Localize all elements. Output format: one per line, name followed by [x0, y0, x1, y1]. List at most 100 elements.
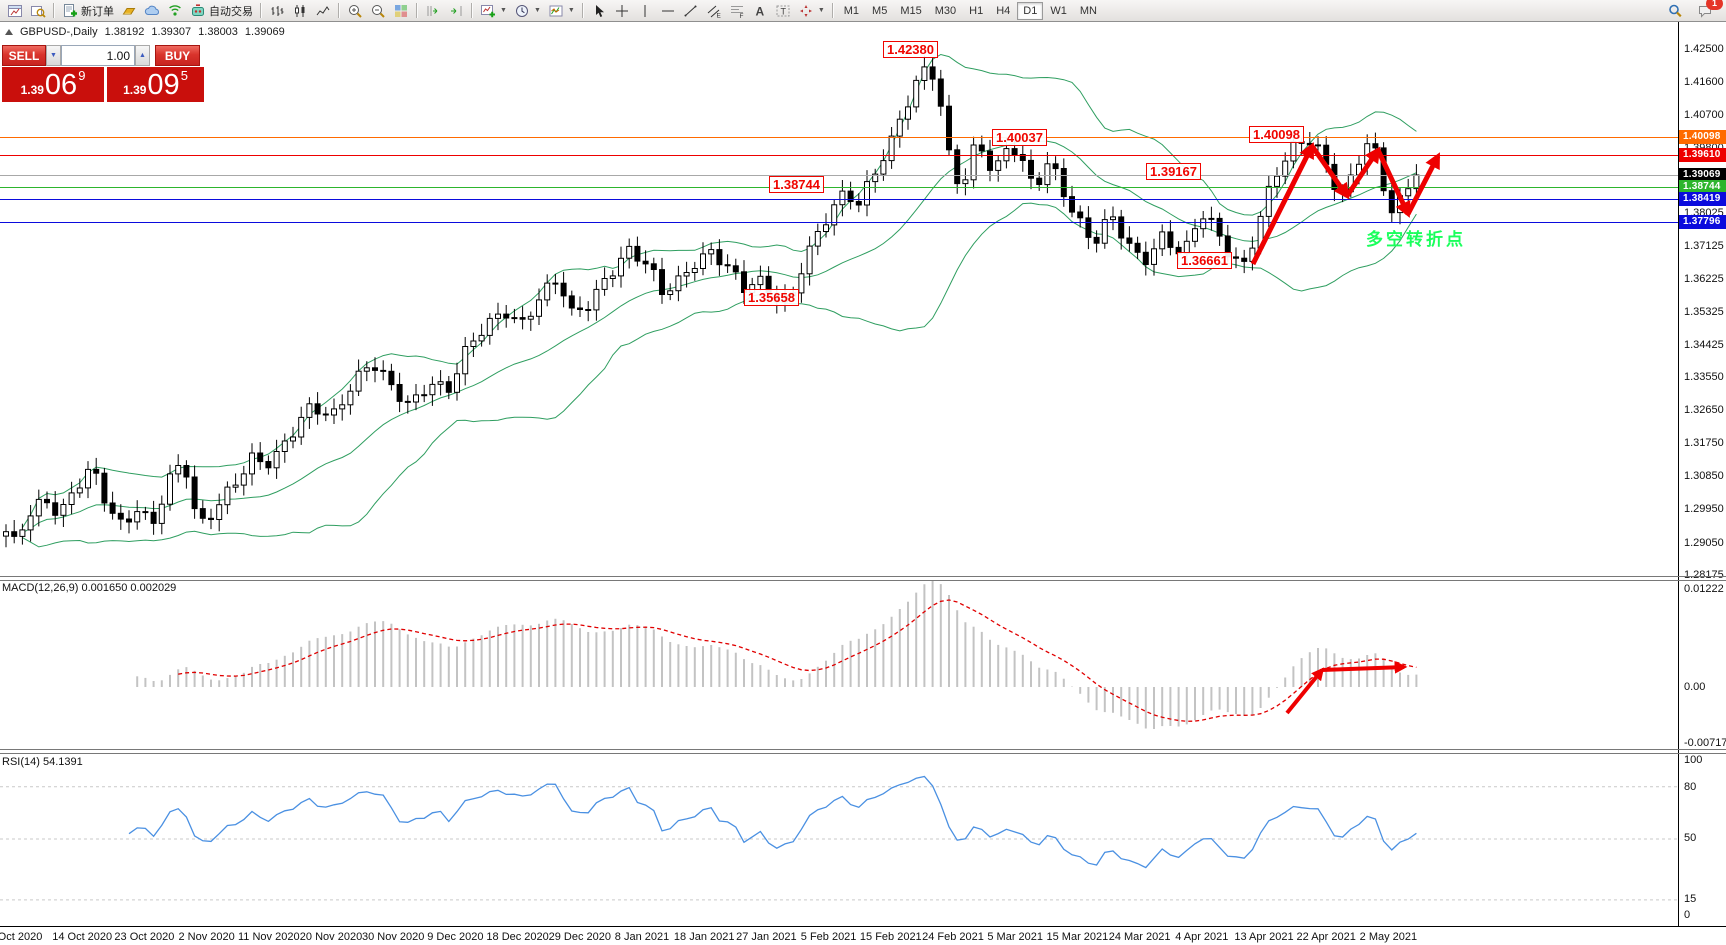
templates-button[interactable]: ▼: [545, 1, 578, 21]
timeframe-m30-button[interactable]: M30: [929, 2, 962, 20]
dropdown-arrow-icon[interactable]: ▼: [568, 7, 575, 14]
ask-price[interactable]: 1.39 09 5: [107, 67, 204, 102]
auto-scroll-icon: [425, 3, 441, 19]
text-label-button[interactable]: T: [772, 1, 794, 21]
periods-icon: [514, 3, 530, 19]
rsi-bottom-border: [0, 926, 1726, 927]
rsi-axis-tick: 50: [1684, 832, 1696, 844]
cursor-icon: [591, 3, 607, 19]
trendline-button[interactable]: [680, 1, 702, 21]
text-button[interactable]: A: [749, 1, 771, 21]
search-button[interactable]: [1664, 1, 1686, 21]
trend-arrow-segment[interactable]: [1312, 146, 1347, 196]
crosshair-button[interactable]: [611, 1, 633, 21]
date-label: 11 Nov 2020: [238, 931, 300, 943]
rsi-axis-tick: 0: [1684, 909, 1690, 921]
rsi-axis-tick: 15: [1684, 893, 1696, 905]
price-swing-label[interactable]: 1.40098: [1249, 126, 1304, 143]
price-tag: 1.38419: [1679, 192, 1726, 206]
price-tick: 1.32650: [1684, 404, 1724, 416]
timeframe-m15-button[interactable]: M15: [894, 2, 927, 20]
dropdown-arrow-icon[interactable]: ▼: [534, 7, 541, 14]
chart-canvas[interactable]: [0, 0, 1726, 945]
equidistant-channel-button[interactable]: E: [703, 1, 725, 21]
fibonacci-button[interactable]: F: [726, 1, 748, 21]
candle-chart-icon: [292, 3, 308, 19]
price-swing-label[interactable]: 1.36661: [1177, 252, 1232, 269]
zoom-in-button[interactable]: [344, 1, 366, 21]
toolbar-separator: [471, 3, 473, 18]
bid-big-digits: 06: [45, 71, 77, 100]
price-swing-label[interactable]: 1.35658: [744, 289, 799, 306]
new-order-button[interactable]: 新订单: [59, 1, 117, 21]
toolbar-separator: [416, 3, 418, 18]
tile-windows-button[interactable]: [390, 1, 412, 21]
horizontal-line-button[interactable]: [657, 1, 679, 21]
chart-window-button[interactable]: [4, 1, 26, 21]
timeframe-m5-button[interactable]: M5: [866, 2, 893, 20]
price-tick: 1.28175: [1684, 569, 1724, 581]
price-tag: 1.37796: [1679, 215, 1726, 229]
candlesticks: [4, 55, 1419, 547]
timeframe-h4-button[interactable]: H4: [990, 2, 1016, 20]
auto-trading-icon: [190, 3, 206, 19]
price-swing-label[interactable]: 1.39167: [1146, 163, 1201, 180]
price-tick: 1.41600: [1684, 76, 1724, 88]
symbols-search-button[interactable]: [27, 1, 49, 21]
splitter-macd-rsi[interactable]: [0, 749, 1726, 750]
price-swing-label[interactable]: 1.40037: [992, 129, 1047, 146]
date-label: 27 Jan 2021: [736, 931, 797, 943]
signals-button[interactable]: [164, 1, 186, 21]
line-chart-button[interactable]: [312, 1, 334, 21]
timeframe-w1-button[interactable]: W1: [1044, 2, 1073, 20]
new-chart-button[interactable]: ▼: [477, 1, 510, 21]
toolbar-separator: [260, 3, 262, 18]
price-swing-label[interactable]: 1.42380: [883, 41, 938, 58]
macd-arrow-segment[interactable]: [1287, 670, 1322, 713]
trend-arrow-segment[interactable]: [1347, 150, 1378, 196]
line-chart-icon: [315, 3, 331, 19]
equidistant-channel-icon: E: [706, 3, 722, 19]
bollinger-bands: [22, 55, 1416, 547]
ask-big-digits: 09: [147, 71, 179, 100]
bar-chart-button[interactable]: [266, 1, 288, 21]
macd-axis-tick: 0.00: [1684, 681, 1705, 693]
price-tick: 1.42500: [1684, 43, 1724, 55]
notifications-button[interactable]: 1: [1694, 1, 1716, 21]
zoom-out-button[interactable]: [367, 1, 389, 21]
timeframe-h1-button[interactable]: H1: [963, 2, 989, 20]
bid-price[interactable]: 1.39 06 9: [2, 67, 104, 102]
dropdown-arrow-icon[interactable]: ▼: [500, 7, 507, 14]
arrows-button[interactable]: ▼: [795, 1, 828, 21]
chart-shift-button[interactable]: [445, 1, 467, 21]
dropdown-arrow-icon[interactable]: ▼: [818, 7, 825, 14]
volume-down-button[interactable]: ▼: [46, 45, 61, 66]
auto-scroll-button[interactable]: [422, 1, 444, 21]
sell-button[interactable]: SELL: [2, 45, 46, 66]
timeframe-d1-button[interactable]: D1: [1017, 2, 1043, 20]
svg-text:T: T: [780, 6, 786, 16]
macd-title: MACD(12,26,9) 0.001650 0.002029: [2, 582, 176, 594]
price-tick: 1.33550: [1684, 371, 1724, 383]
volume-input[interactable]: 1.00: [61, 45, 135, 66]
turning-point-annotation[interactable]: 多空转折点: [1366, 225, 1466, 250]
buy-button[interactable]: BUY: [155, 45, 200, 66]
splitter-main-macd[interactable]: [0, 576, 1726, 577]
date-label: 5 Feb 2021: [801, 931, 857, 943]
timeframe-m1-button[interactable]: M1: [838, 2, 865, 20]
mql5-cloud-button[interactable]: [141, 1, 163, 21]
trend-arrow-segment[interactable]: [1408, 156, 1438, 214]
candle-chart-button[interactable]: [289, 1, 311, 21]
auto-trading-button[interactable]: 自动交易: [187, 1, 256, 21]
periods-button[interactable]: ▼: [511, 1, 544, 21]
rsi-axis-tick: 80: [1684, 781, 1696, 793]
timeframe-mn-button[interactable]: MN: [1074, 2, 1103, 20]
market-button[interactable]: [118, 1, 140, 21]
vertical-line-button[interactable]: [634, 1, 656, 21]
date-label: 15 Mar 2021: [1047, 931, 1109, 943]
price-tick: 1.30850: [1684, 470, 1724, 482]
chart-mark-icon: [5, 29, 13, 35]
price-swing-label[interactable]: 1.38744: [769, 176, 824, 193]
volume-up-button[interactable]: ▲: [135, 45, 150, 66]
cursor-button[interactable]: [588, 1, 610, 21]
